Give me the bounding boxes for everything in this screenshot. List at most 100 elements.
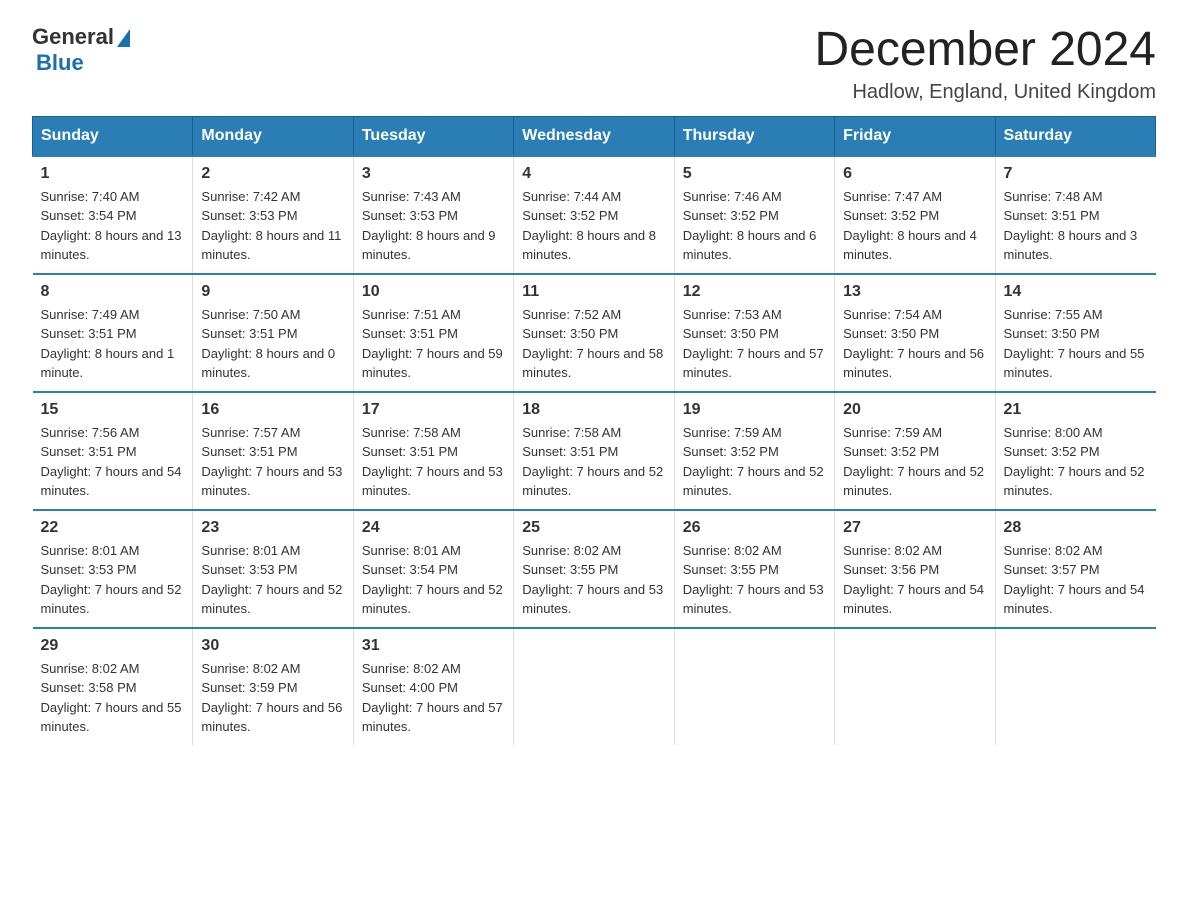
calendar-cell: 13 Sunrise: 7:54 AMSunset: 3:50 PMDaylig…: [835, 274, 995, 392]
weekday-header-friday: Friday: [835, 116, 995, 156]
weekday-header-monday: Monday: [193, 116, 353, 156]
day-number: 13: [843, 283, 986, 301]
day-number: 1: [41, 165, 185, 183]
day-info: Sunrise: 7:50 AMSunset: 3:51 PMDaylight:…: [201, 307, 335, 381]
day-info: Sunrise: 7:48 AMSunset: 3:51 PMDaylight:…: [1004, 189, 1138, 263]
month-title: December 2024: [814, 24, 1156, 77]
day-number: 16: [201, 401, 344, 419]
day-info: Sunrise: 8:02 AMSunset: 4:00 PMDaylight:…: [362, 661, 503, 735]
calendar-week-row: 15 Sunrise: 7:56 AMSunset: 3:51 PMDaylig…: [33, 392, 1156, 510]
day-number: 17: [362, 401, 505, 419]
day-number: 5: [683, 165, 826, 183]
day-number: 29: [41, 637, 185, 655]
day-info: Sunrise: 7:51 AMSunset: 3:51 PMDaylight:…: [362, 307, 503, 381]
calendar-cell: 25 Sunrise: 8:02 AMSunset: 3:55 PMDaylig…: [514, 510, 674, 628]
calendar-cell: 21 Sunrise: 8:00 AMSunset: 3:52 PMDaylig…: [995, 392, 1155, 510]
day-info: Sunrise: 7:59 AMSunset: 3:52 PMDaylight:…: [683, 425, 824, 499]
day-number: 20: [843, 401, 986, 419]
calendar-week-row: 22 Sunrise: 8:01 AMSunset: 3:53 PMDaylig…: [33, 510, 1156, 628]
day-number: 26: [683, 519, 826, 537]
calendar-cell: 15 Sunrise: 7:56 AMSunset: 3:51 PMDaylig…: [33, 392, 193, 510]
calendar-cell: 24 Sunrise: 8:01 AMSunset: 3:54 PMDaylig…: [353, 510, 513, 628]
calendar-table: SundayMondayTuesdayWednesdayThursdayFrid…: [32, 116, 1156, 745]
weekday-header-sunday: Sunday: [33, 116, 193, 156]
calendar-cell: 29 Sunrise: 8:02 AMSunset: 3:58 PMDaylig…: [33, 628, 193, 745]
day-info: Sunrise: 7:49 AMSunset: 3:51 PMDaylight:…: [41, 307, 175, 381]
calendar-cell: 22 Sunrise: 8:01 AMSunset: 3:53 PMDaylig…: [33, 510, 193, 628]
day-info: Sunrise: 7:47 AMSunset: 3:52 PMDaylight:…: [843, 189, 977, 263]
day-number: 31: [362, 637, 505, 655]
day-number: 23: [201, 519, 344, 537]
calendar-cell: 12 Sunrise: 7:53 AMSunset: 3:50 PMDaylig…: [674, 274, 834, 392]
calendar-week-row: 29 Sunrise: 8:02 AMSunset: 3:58 PMDaylig…: [33, 628, 1156, 745]
calendar-cell: 30 Sunrise: 8:02 AMSunset: 3:59 PMDaylig…: [193, 628, 353, 745]
day-info: Sunrise: 7:46 AMSunset: 3:52 PMDaylight:…: [683, 189, 817, 263]
logo-blue-text: Blue: [36, 50, 84, 76]
day-number: 28: [1004, 519, 1148, 537]
calendar-cell: 8 Sunrise: 7:49 AMSunset: 3:51 PMDayligh…: [33, 274, 193, 392]
weekday-header-tuesday: Tuesday: [353, 116, 513, 156]
calendar-cell: 18 Sunrise: 7:58 AMSunset: 3:51 PMDaylig…: [514, 392, 674, 510]
calendar-cell: 20 Sunrise: 7:59 AMSunset: 3:52 PMDaylig…: [835, 392, 995, 510]
day-number: 2: [201, 165, 344, 183]
calendar-cell: 19 Sunrise: 7:59 AMSunset: 3:52 PMDaylig…: [674, 392, 834, 510]
day-info: Sunrise: 7:42 AMSunset: 3:53 PMDaylight:…: [201, 189, 341, 263]
day-info: Sunrise: 8:02 AMSunset: 3:55 PMDaylight:…: [522, 543, 663, 617]
calendar-header-row: SundayMondayTuesdayWednesdayThursdayFrid…: [33, 116, 1156, 156]
weekday-header-saturday: Saturday: [995, 116, 1155, 156]
day-info: Sunrise: 7:57 AMSunset: 3:51 PMDaylight:…: [201, 425, 342, 499]
calendar-cell: 16 Sunrise: 7:57 AMSunset: 3:51 PMDaylig…: [193, 392, 353, 510]
day-number: 14: [1004, 283, 1148, 301]
page-header: General Blue December 2024 Hadlow, Engla…: [32, 24, 1156, 104]
day-info: Sunrise: 7:43 AMSunset: 3:53 PMDaylight:…: [362, 189, 496, 263]
calendar-cell: 10 Sunrise: 7:51 AMSunset: 3:51 PMDaylig…: [353, 274, 513, 392]
weekday-header-thursday: Thursday: [674, 116, 834, 156]
calendar-cell: 2 Sunrise: 7:42 AMSunset: 3:53 PMDayligh…: [193, 156, 353, 274]
logo: General Blue: [32, 24, 130, 76]
day-info: Sunrise: 8:01 AMSunset: 3:53 PMDaylight:…: [201, 543, 342, 617]
day-number: 24: [362, 519, 505, 537]
day-number: 9: [201, 283, 344, 301]
calendar-cell: [514, 628, 674, 745]
calendar-cell: 7 Sunrise: 7:48 AMSunset: 3:51 PMDayligh…: [995, 156, 1155, 274]
calendar-cell: [995, 628, 1155, 745]
day-info: Sunrise: 7:52 AMSunset: 3:50 PMDaylight:…: [522, 307, 663, 381]
location-title: Hadlow, England, United Kingdom: [814, 81, 1156, 104]
day-number: 10: [362, 283, 505, 301]
day-number: 19: [683, 401, 826, 419]
day-number: 11: [522, 283, 665, 301]
day-info: Sunrise: 7:55 AMSunset: 3:50 PMDaylight:…: [1004, 307, 1145, 381]
day-info: Sunrise: 8:01 AMSunset: 3:53 PMDaylight:…: [41, 543, 182, 617]
day-number: 15: [41, 401, 185, 419]
day-info: Sunrise: 7:58 AMSunset: 3:51 PMDaylight:…: [522, 425, 663, 499]
calendar-cell: 11 Sunrise: 7:52 AMSunset: 3:50 PMDaylig…: [514, 274, 674, 392]
day-info: Sunrise: 8:00 AMSunset: 3:52 PMDaylight:…: [1004, 425, 1145, 499]
day-info: Sunrise: 7:56 AMSunset: 3:51 PMDaylight:…: [41, 425, 182, 499]
day-info: Sunrise: 8:02 AMSunset: 3:55 PMDaylight:…: [683, 543, 824, 617]
day-info: Sunrise: 7:40 AMSunset: 3:54 PMDaylight:…: [41, 189, 182, 263]
calendar-week-row: 8 Sunrise: 7:49 AMSunset: 3:51 PMDayligh…: [33, 274, 1156, 392]
calendar-cell: 23 Sunrise: 8:01 AMSunset: 3:53 PMDaylig…: [193, 510, 353, 628]
day-number: 6: [843, 165, 986, 183]
logo-triangle-icon: [117, 29, 130, 47]
day-number: 3: [362, 165, 505, 183]
day-info: Sunrise: 8:01 AMSunset: 3:54 PMDaylight:…: [362, 543, 503, 617]
day-info: Sunrise: 7:59 AMSunset: 3:52 PMDaylight:…: [843, 425, 984, 499]
day-info: Sunrise: 8:02 AMSunset: 3:58 PMDaylight:…: [41, 661, 182, 735]
day-number: 21: [1004, 401, 1148, 419]
calendar-week-row: 1 Sunrise: 7:40 AMSunset: 3:54 PMDayligh…: [33, 156, 1156, 274]
calendar-cell: 5 Sunrise: 7:46 AMSunset: 3:52 PMDayligh…: [674, 156, 834, 274]
calendar-cell: 14 Sunrise: 7:55 AMSunset: 3:50 PMDaylig…: [995, 274, 1155, 392]
day-number: 30: [201, 637, 344, 655]
day-number: 27: [843, 519, 986, 537]
title-block: December 2024 Hadlow, England, United Ki…: [814, 24, 1156, 104]
day-number: 8: [41, 283, 185, 301]
day-info: Sunrise: 8:02 AMSunset: 3:59 PMDaylight:…: [201, 661, 342, 735]
calendar-cell: [835, 628, 995, 745]
calendar-cell: 27 Sunrise: 8:02 AMSunset: 3:56 PMDaylig…: [835, 510, 995, 628]
calendar-cell: 26 Sunrise: 8:02 AMSunset: 3:55 PMDaylig…: [674, 510, 834, 628]
calendar-cell: 17 Sunrise: 7:58 AMSunset: 3:51 PMDaylig…: [353, 392, 513, 510]
weekday-header-wednesday: Wednesday: [514, 116, 674, 156]
calendar-cell: [674, 628, 834, 745]
calendar-cell: 9 Sunrise: 7:50 AMSunset: 3:51 PMDayligh…: [193, 274, 353, 392]
